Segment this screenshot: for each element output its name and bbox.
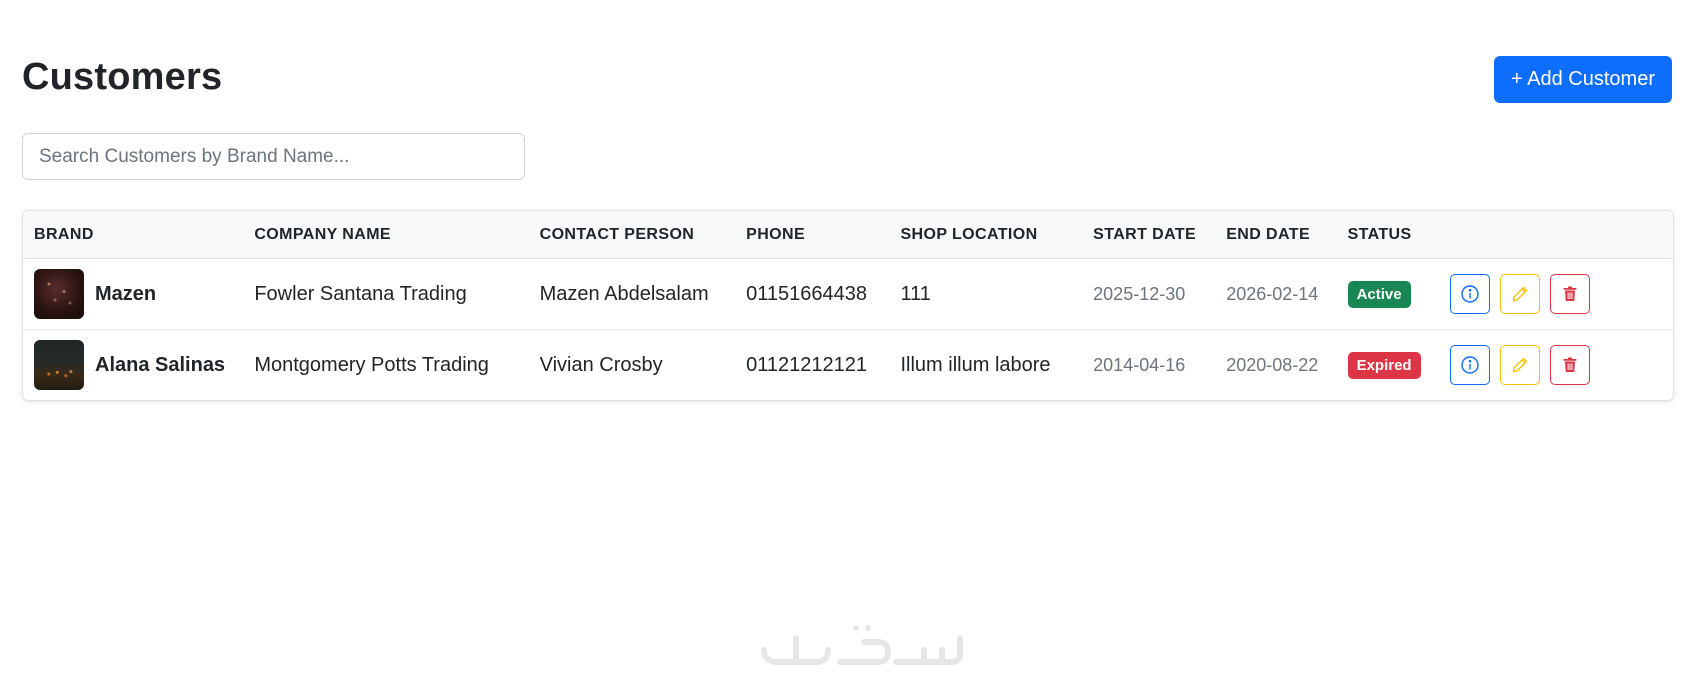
view-details-button[interactable] (1449, 345, 1490, 385)
table-row: Mazen Fowler Santana Trading Mazen Abdel… (23, 258, 1673, 330)
info-circle-icon (1461, 356, 1479, 374)
end-date-cell: 2020-08-22 (1226, 354, 1319, 375)
start-date-cell: 2025-12-30 (1082, 258, 1216, 330)
brand-name: Mazen (95, 282, 157, 305)
brand-cell: Mazen (23, 258, 244, 330)
column-header-company: COMPANY NAME (243, 211, 529, 259)
trash-icon (1563, 286, 1577, 301)
phone-cell: 01121212121 (746, 353, 868, 376)
info-circle-icon (1461, 285, 1479, 303)
column-header-start-date: START DATE (1082, 211, 1216, 259)
company-name-cell: Fowler Santana Trading (243, 258, 529, 330)
column-header-actions (1438, 211, 1673, 259)
edit-button[interactable] (1499, 345, 1540, 385)
status-cell: Expired (1337, 330, 1439, 401)
table-row: Alana Salinas Montgomery Potts Trading V… (23, 330, 1673, 401)
page-title: Customers (22, 56, 223, 98)
actions-cell (1439, 330, 1673, 401)
phone-cell: 01151664438 (735, 258, 890, 330)
pencil-icon (1512, 357, 1527, 373)
add-customer-button[interactable]: + Add Customer (1494, 56, 1672, 103)
shop-location-cell: Illum illum labore (900, 353, 1051, 376)
pencil-icon (1512, 286, 1527, 302)
customers-table: BRAND COMPANY NAME CONTACT PERSON PHONE … (22, 210, 1674, 401)
shop-location-cell: 111 (889, 258, 1083, 330)
company-name-cell: Montgomery Potts Trading (254, 353, 489, 376)
column-header-phone: PHONE (735, 211, 890, 259)
delete-button[interactable] (1549, 345, 1590, 385)
watermark-logo (761, 625, 963, 665)
status-badge: Active (1347, 280, 1411, 308)
status-cell: Active (1336, 258, 1439, 330)
start-date-cell: 2014-04-16 (1093, 354, 1186, 375)
column-header-brand: BRAND (23, 211, 244, 259)
table-header-row: BRAND COMPANY NAME CONTACT PERSON PHONE … (23, 211, 1673, 259)
delete-button[interactable] (1549, 274, 1590, 314)
column-header-contact: CONTACT PERSON (528, 211, 736, 259)
search-input[interactable] (22, 133, 525, 180)
contact-person-cell: Vivian Crosby (539, 353, 663, 376)
column-header-status: STATUS (1336, 211, 1439, 259)
brand-logo-image (34, 340, 84, 390)
status-badge: Expired (1347, 351, 1421, 379)
brand-logo-image (34, 269, 84, 319)
view-details-button[interactable] (1449, 274, 1490, 314)
brand-cell: Alana Salinas (23, 330, 243, 401)
end-date-cell: 2026-02-14 (1215, 258, 1337, 330)
column-header-end-date: END DATE (1215, 211, 1337, 259)
edit-button[interactable] (1499, 274, 1540, 314)
brand-name: Alana Salinas (95, 353, 226, 376)
trash-icon (1563, 357, 1577, 372)
customers-page: Customers + Add Customer BRAND COMPANY N… (0, 0, 1696, 675)
column-header-location: SHOP LOCATION (889, 211, 1083, 259)
actions-cell (1438, 258, 1673, 330)
contact-person-cell: Mazen Abdelsalam (528, 258, 736, 330)
page-header: Customers + Add Customer (22, 52, 1672, 106)
